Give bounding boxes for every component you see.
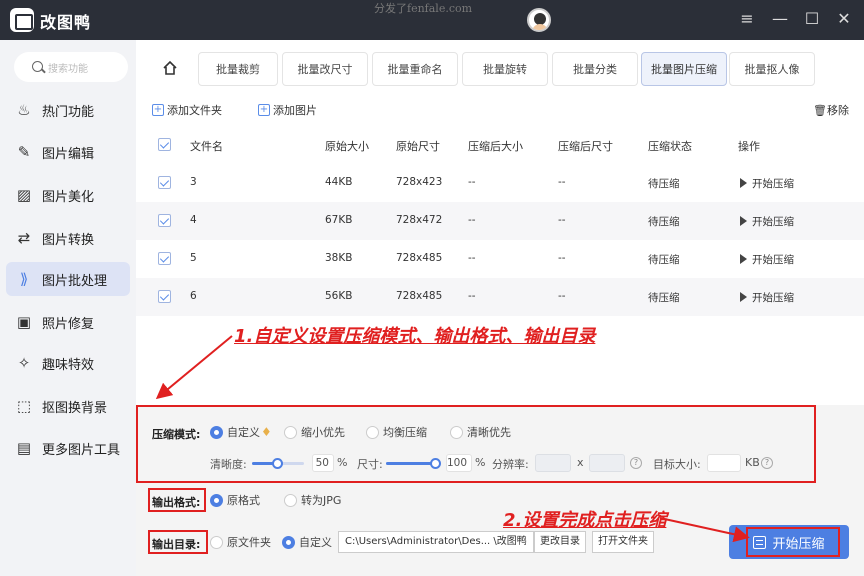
arrow-step2: [659, 517, 750, 543]
annotation-arrows: [155, 335, 750, 543]
arrow-step1: [155, 335, 233, 400]
